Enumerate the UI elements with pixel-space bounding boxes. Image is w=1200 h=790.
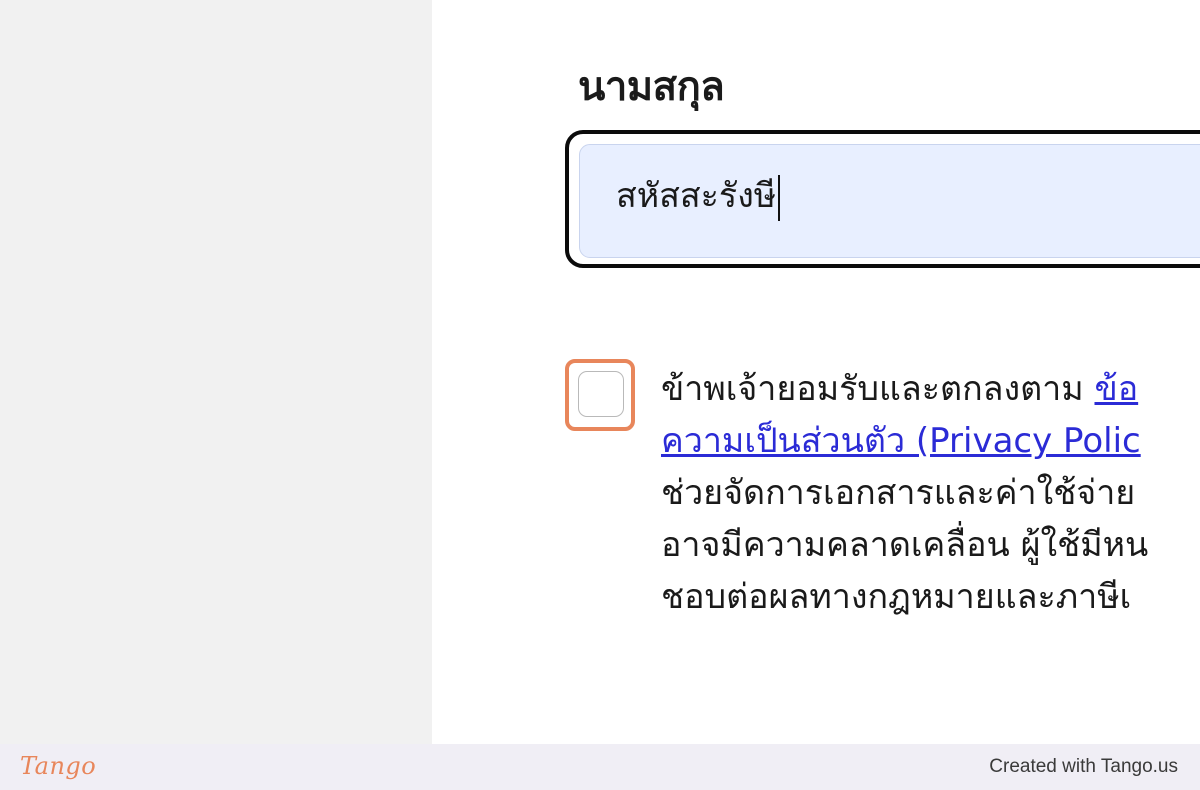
footer-credit: Created with Tango.us [989, 756, 1178, 777]
surname-label: นามสกุล [578, 64, 725, 110]
privacy-policy-link[interactable]: ความเป็นส่วนตัว (Privacy Polic [661, 421, 1141, 461]
text-caret [778, 174, 781, 221]
consent-text: ข้าพเจ้ายอมรับและตกลงตาม ข้อ ความเป็นส่ว… [661, 363, 1200, 623]
consent-checkbox[interactable] [578, 371, 624, 417]
consent-line-3: ช่วยจัดการเอกสารและค่าใช้จ่าย [661, 473, 1136, 513]
tango-logo: Tango [20, 752, 97, 780]
consent-line-5: ชอบต่อผลทางกฎหมายและภาษีเ [661, 577, 1132, 617]
surname-input-value: สหัสสะรังษี [616, 176, 777, 216]
footer-bar: Tango Created with Tango.us [0, 744, 1200, 790]
consent-line-1-text: ข้าพเจ้ายอมรับและตกลงตาม [661, 369, 1095, 409]
terms-link[interactable]: ข้อ [1094, 369, 1138, 409]
surname-input[interactable]: สหัสสะรังษี [579, 144, 1200, 258]
form-panel: นามสกุล สหัสสะรังษี ข้าพเจ้ายอมรับและตกล… [432, 0, 1200, 744]
consent-line-1: ข้าพเจ้ายอมรับและตกลงตาม ข้อ [661, 363, 1200, 415]
checkbox-highlight [565, 359, 635, 431]
surname-input-value-wrap: สหัสสะรังษี [616, 168, 781, 222]
consent-line-4: อาจมีความคลาดเคลื่อน ผู้ใช้มีหน [661, 525, 1149, 565]
left-panel [0, 0, 432, 744]
surname-focus-ring: สหัสสะรังษี [565, 130, 1200, 268]
consent-line-2: ความเป็นส่วนตัว (Privacy Polic [661, 415, 1200, 467]
